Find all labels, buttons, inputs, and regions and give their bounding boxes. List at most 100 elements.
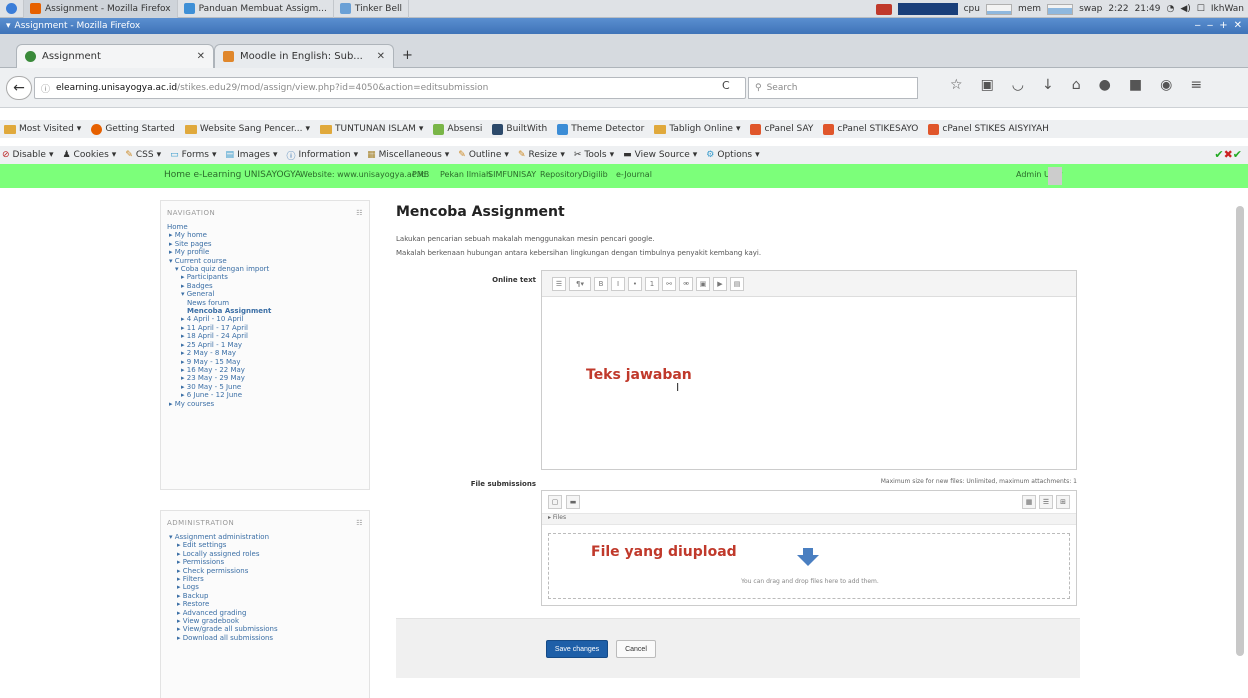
nav-tree-item[interactable]: ▸ Site pages: [167, 240, 363, 248]
nav-tree-item[interactable]: ▸ My home: [167, 231, 363, 239]
nav-link-ejournal[interactable]: e-Journal: [616, 170, 652, 179]
wd-cookies[interactable]: ♟ Cookies ▾: [62, 150, 116, 160]
bookmark-star-icon[interactable]: ☆: [950, 77, 963, 93]
reload-icon[interactable]: C: [722, 79, 730, 92]
wd-css[interactable]: ✎ CSS ▾: [125, 150, 161, 160]
bookmark-theme-detector[interactable]: Theme Detector: [557, 123, 644, 135]
admin-tree-item[interactable]: ▸ Advanced grading: [167, 609, 363, 617]
nav-link-pmb[interactable]: PMB: [412, 170, 429, 179]
nav-link-repository[interactable]: RepositoryDigilib: [540, 170, 608, 179]
search-box[interactable]: ⚲ Search: [748, 77, 918, 99]
page-scrollbar[interactable]: [1236, 206, 1244, 656]
tray-user[interactable]: IkhWan: [1211, 4, 1244, 14]
validation-status-icons[interactable]: ✔✖✔: [1214, 148, 1242, 161]
close-tab-icon[interactable]: ✕: [197, 51, 205, 62]
nav-link-pekan-ilmiah[interactable]: Pekan Ilmiah: [440, 170, 491, 179]
url-bar[interactable]: ⓘ elearning.unisayogya.ac.id /stikes.edu…: [34, 77, 746, 99]
media-icon[interactable]: ▶: [713, 276, 727, 291]
folder-breadcrumb[interactable]: ▸ Files: [542, 513, 1076, 525]
wd-view-source[interactable]: ▬ View Source ▾: [623, 150, 697, 160]
admin-tree-item[interactable]: ▸ Restore: [167, 600, 363, 608]
bold-icon[interactable]: B: [594, 276, 608, 291]
taskbar-app-tinkerbell[interactable]: Tinker Bell: [334, 0, 409, 18]
nav-tree-item[interactable]: ▸ 16 May - 22 May: [167, 366, 363, 374]
taskbar-start-icon[interactable]: [0, 0, 24, 18]
nav-tree-item[interactable]: ▸ 30 May - 5 June: [167, 383, 363, 391]
hamburger-menu-icon[interactable]: ≡: [1190, 77, 1202, 93]
close-tab-icon[interactable]: ✕: [377, 51, 385, 62]
online-text-editor[interactable]: ☰ ¶▾ B I • 1 ⚯ ⚮ ▣ ▶ ▤ Teks jawaban I: [541, 270, 1077, 470]
info-icon[interactable]: ⓘ: [41, 82, 50, 95]
save-changes-button[interactable]: Save changes: [546, 640, 608, 658]
nav-tree-item[interactable]: ▸ My profile: [167, 248, 363, 256]
file-drop-area[interactable]: File yang diupload You can drag and drop…: [548, 533, 1070, 599]
admin-tree-item[interactable]: ▸ Permissions: [167, 558, 363, 566]
manage-files-icon[interactable]: ▤: [730, 276, 744, 291]
nav-tree-item[interactable]: ▸ 18 April - 24 April: [167, 332, 363, 340]
italic-icon[interactable]: I: [611, 276, 625, 291]
view-list-icon[interactable]: ☰: [1039, 495, 1053, 509]
tab-assignment[interactable]: Assignment ✕: [16, 44, 214, 68]
cancel-button[interactable]: Cancel: [616, 640, 656, 658]
taskbar-app-firefox[interactable]: Assignment - Mozilla Firefox: [24, 0, 178, 18]
nav-tree-item[interactable]: ▸ My courses: [167, 400, 363, 408]
admin-tree-item[interactable]: ▸ View gradebook: [167, 617, 363, 625]
admin-tree-item[interactable]: ▾ Assignment administration: [167, 533, 363, 541]
volume-icon[interactable]: ◀): [1180, 4, 1190, 14]
taskbar-app-document[interactable]: Panduan Membuat Assigm...: [178, 0, 334, 18]
view-tree-icon[interactable]: ⊞: [1056, 495, 1070, 509]
admin-tree-item[interactable]: ▸ Logs: [167, 583, 363, 591]
admin-tree-item[interactable]: ▸ View/grade all submissions: [167, 625, 363, 633]
nav-tree-item[interactable]: ▸ 9 May - 15 May: [167, 358, 363, 366]
wd-outline[interactable]: ✎ Outline ▾: [458, 150, 509, 160]
nav-tree-item[interactable]: ▸ 2 May - 8 May: [167, 349, 363, 357]
bookmark-getting-started[interactable]: Getting Started: [91, 123, 175, 135]
nav-link-website[interactable]: Website: www.unisayogya.ac.id: [300, 170, 426, 179]
admin-tree-item[interactable]: ▸ Backup: [167, 592, 363, 600]
bookmark-cpanel-stikesayo[interactable]: cPanel STIKESAYO: [823, 123, 918, 135]
wd-forms[interactable]: ▭ Forms ▾: [170, 150, 216, 160]
pocket-icon[interactable]: ◡: [1012, 77, 1024, 93]
screenshot-icon[interactable]: ■: [1129, 77, 1142, 93]
unlink-icon[interactable]: ⚮: [679, 276, 693, 291]
nav-tree-item[interactable]: ▸ 25 April - 1 May: [167, 341, 363, 349]
nav-tree-item[interactable]: ▾ Coba quiz dengan import: [167, 265, 363, 273]
wd-disable[interactable]: ⊘ Disable ▾: [2, 150, 53, 160]
paragraph-style-icon[interactable]: ¶▾: [569, 276, 591, 291]
tab-moodle-english[interactable]: Moodle in English: Sub... ✕: [214, 44, 394, 68]
wd-images[interactable]: ▤ Images ▾: [226, 150, 278, 160]
reading-list-icon[interactable]: ▣: [981, 77, 994, 93]
create-folder-icon[interactable]: ▬: [566, 495, 580, 509]
wd-options[interactable]: ⚙ Options ▾: [706, 150, 759, 160]
wd-information[interactable]: ⓘ Information ▾: [286, 149, 358, 162]
nav-tree-item[interactable]: Mencoba Assignment: [167, 307, 363, 315]
avatar[interactable]: [1048, 167, 1062, 185]
numbered-list-icon[interactable]: 1: [645, 276, 659, 291]
nav-tree-item[interactable]: Home: [167, 223, 363, 231]
add-file-icon[interactable]: ▢: [548, 495, 562, 509]
bookmark-tuntunan[interactable]: TUNTUNAN ISLAM ▾: [319, 124, 423, 134]
download-icon[interactable]: ↓: [1042, 77, 1054, 93]
shade-button[interactable]: ‒: [1207, 20, 1213, 31]
home-icon[interactable]: ⌂: [1072, 77, 1081, 93]
nav-tree-item[interactable]: ▸ Badges: [167, 282, 363, 290]
bookmark-website[interactable]: Website Sang Pencer... ▾: [184, 124, 310, 134]
image-icon[interactable]: ▣: [696, 276, 710, 291]
nav-tree-item[interactable]: ▾ General: [167, 290, 363, 298]
admin-tree-item[interactable]: ▸ Download all submissions: [167, 634, 363, 642]
nav-tree-item[interactable]: ▸ 4 April - 10 April: [167, 315, 363, 323]
window-menu-icon[interactable]: ▾: [6, 21, 11, 31]
wd-resize[interactable]: ✎ Resize ▾: [518, 150, 565, 160]
nav-tree-item[interactable]: ▸ 6 June - 12 June: [167, 391, 363, 399]
admin-tree-item[interactable]: ▸ Check permissions: [167, 567, 363, 575]
admin-tree-item[interactable]: ▸ Edit settings: [167, 541, 363, 549]
bookmark-cpanel-aisyiyah[interactable]: cPanel STIKES AISYIYAH: [928, 123, 1049, 135]
nav-tree-item[interactable]: ▾ Current course: [167, 257, 363, 265]
bookmark-tabligh[interactable]: Tabligh Online ▾: [654, 124, 740, 134]
bullet-list-icon[interactable]: •: [628, 276, 642, 291]
user-icon[interactable]: ☐: [1197, 4, 1205, 14]
bookmark-most-visited[interactable]: Most Visited ▾: [4, 124, 81, 134]
bookmark-absensi[interactable]: Absensi: [433, 123, 482, 135]
nav-link-simfunisay[interactable]: SIMFUNISAY: [488, 170, 536, 179]
nav-tree-item[interactable]: ▸ 11 April - 17 April: [167, 324, 363, 332]
